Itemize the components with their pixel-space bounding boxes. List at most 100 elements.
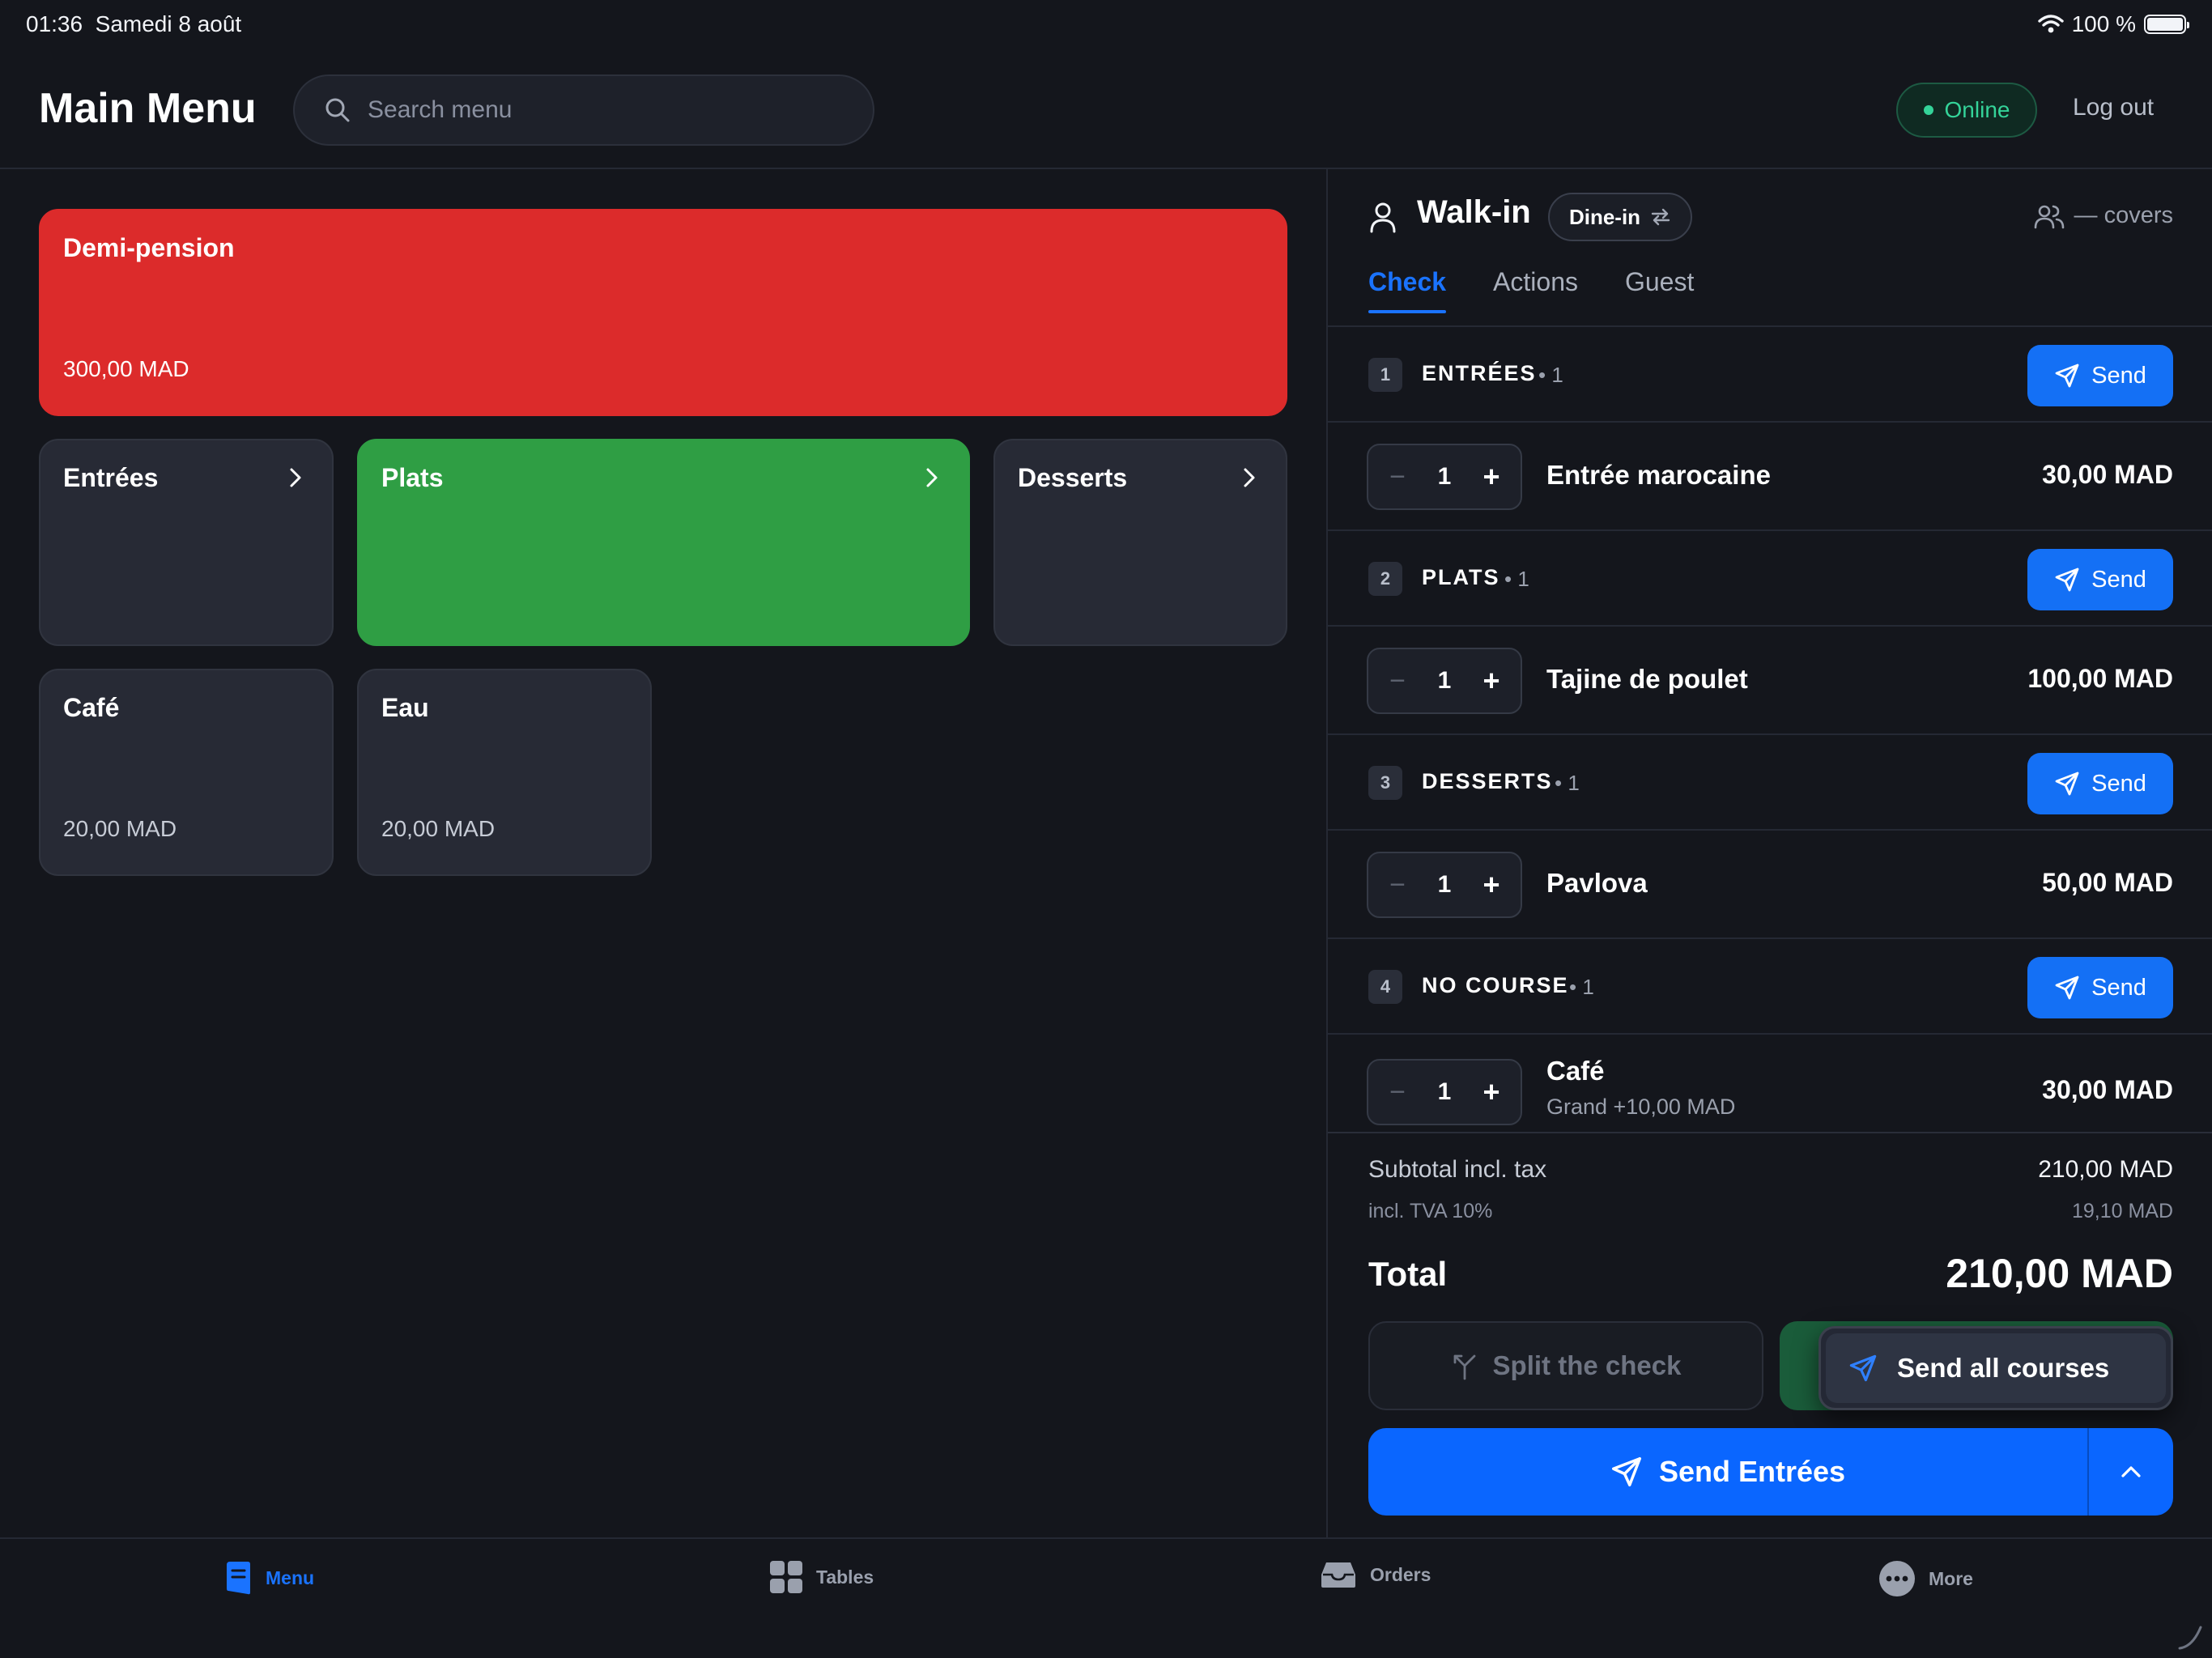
search-input[interactable] bbox=[368, 96, 821, 124]
tab-actions[interactable]: Actions bbox=[1493, 267, 1578, 313]
order-item-modifier: Grand +10,00 MAD bbox=[1546, 1095, 1736, 1119]
menu-item-demi-pension[interactable]: Demi-pension 300,00 MAD bbox=[39, 209, 1287, 416]
increment-button[interactable]: + bbox=[1475, 460, 1508, 494]
subtotal-value: 210,00 MAD bbox=[2038, 1156, 2173, 1183]
menu-category-plats[interactable]: Plats bbox=[357, 439, 970, 646]
more-dots-icon bbox=[1879, 1561, 1915, 1596]
covers-button[interactable]: — covers bbox=[2034, 202, 2173, 229]
menu-category-desserts[interactable]: Desserts bbox=[993, 439, 1287, 646]
nav-tables[interactable]: Tables bbox=[769, 1560, 874, 1594]
decrement-button[interactable]: − bbox=[1381, 869, 1414, 901]
order-item-name[interactable]: Café bbox=[1546, 1056, 1605, 1086]
category-name: Entrées bbox=[63, 463, 159, 492]
totals-divider bbox=[1328, 1132, 2212, 1133]
menu-item-name: Eau bbox=[381, 693, 429, 722]
quantity-value: 1 bbox=[1437, 871, 1452, 898]
send-label: Send bbox=[2091, 362, 2146, 389]
send-icon bbox=[2055, 772, 2079, 796]
send-course-button[interactable]: Send bbox=[2027, 753, 2173, 814]
send-course-button[interactable]: Send bbox=[2027, 549, 2173, 610]
chevron-right-icon bbox=[1244, 468, 1255, 487]
chevron-right-icon bbox=[290, 468, 301, 487]
send-icon bbox=[2055, 363, 2079, 388]
battery-icon bbox=[2144, 15, 2189, 34]
nav-orders[interactable]: Orders bbox=[1320, 1560, 1431, 1589]
order-item-row: − 1 + Café Grand +10,00 MAD 30,00 MAD bbox=[1328, 1035, 2212, 1132]
send-icon bbox=[1849, 1354, 1877, 1382]
customer-name: Walk-in bbox=[1417, 194, 1531, 230]
course-title: DESSERTS bbox=[1422, 769, 1553, 793]
decrement-button[interactable]: − bbox=[1381, 1077, 1414, 1108]
quantity-stepper: − 1 + bbox=[1367, 444, 1522, 510]
online-status-badge: Online bbox=[1896, 83, 2037, 138]
quantity-stepper: − 1 + bbox=[1367, 648, 1522, 714]
battery-percent: 100 % bbox=[2071, 11, 2136, 36]
menu-item-price: 20,00 MAD bbox=[63, 816, 177, 841]
decrement-button[interactable]: − bbox=[1381, 461, 1414, 493]
order-item-name[interactable]: Pavlova bbox=[1546, 868, 1648, 899]
increment-button[interactable]: + bbox=[1475, 1075, 1508, 1109]
course-count: • 1 bbox=[1555, 771, 1580, 795]
course-count: • 1 bbox=[1569, 975, 1594, 999]
course-count-value: 1 bbox=[1568, 771, 1580, 795]
menu-item-eau[interactable]: Eau 20,00 MAD bbox=[357, 669, 652, 876]
split-icon bbox=[1453, 1354, 1475, 1380]
page-title: Main Menu bbox=[39, 85, 257, 132]
order-item-row: − 1 + Pavlova 50,00 MAD bbox=[1328, 831, 2212, 939]
order-item-row: − 1 + Tajine de poulet 100,00 MAD bbox=[1328, 627, 2212, 735]
menu-item-cafe[interactable]: Café 20,00 MAD bbox=[39, 669, 334, 876]
online-status-label: Online bbox=[1944, 97, 2010, 122]
send-all-courses-option[interactable]: Send all courses bbox=[1826, 1333, 2166, 1403]
send-entrees-button[interactable]: Send Entrées bbox=[1368, 1428, 2089, 1516]
nav-tables-label: Tables bbox=[816, 1566, 874, 1588]
course-number: 2 bbox=[1368, 562, 1402, 596]
bottom-nav: Menu Tables Orders More bbox=[0, 1537, 2212, 1658]
send-icon bbox=[2055, 568, 2079, 592]
logout-button[interactable]: Log out bbox=[2073, 94, 2154, 121]
people-icon bbox=[2034, 205, 2064, 228]
menu-category-entrees[interactable]: Entrées bbox=[39, 439, 334, 646]
split-check-button[interactable]: Split the check bbox=[1368, 1321, 1763, 1410]
quantity-stepper: − 1 + bbox=[1367, 852, 1522, 918]
total-value: 210,00 MAD bbox=[1946, 1251, 2173, 1296]
tab-guest[interactable]: Guest bbox=[1625, 267, 1694, 313]
increment-button[interactable]: + bbox=[1475, 868, 1508, 902]
quantity-stepper: − 1 + bbox=[1367, 1059, 1522, 1125]
send-course-button[interactable]: Send bbox=[2027, 957, 2173, 1018]
course-number: 1 bbox=[1368, 358, 1402, 392]
send-all-courses-label: Send all courses bbox=[1897, 1353, 2110, 1383]
send-icon bbox=[2055, 976, 2079, 1000]
menu-book-icon bbox=[227, 1562, 250, 1595]
send-label: Send bbox=[2091, 974, 2146, 1001]
chevron-right-icon bbox=[926, 468, 938, 487]
increment-button[interactable]: + bbox=[1475, 664, 1508, 698]
split-check-label: Split the check bbox=[1492, 1350, 1682, 1380]
send-course-button[interactable]: Send bbox=[2027, 345, 2173, 406]
total-label: Total bbox=[1368, 1255, 1448, 1293]
tax-label: incl. TVA 10% bbox=[1368, 1200, 1493, 1222]
nav-menu-label: Menu bbox=[266, 1567, 315, 1588]
send-entrees-label: Send Entrées bbox=[1658, 1455, 1846, 1488]
decrement-button[interactable]: − bbox=[1381, 665, 1414, 697]
tab-check[interactable]: Check bbox=[1368, 267, 1447, 313]
send-options-toggle[interactable] bbox=[2089, 1428, 2173, 1516]
nav-more[interactable]: More bbox=[1878, 1560, 1973, 1597]
order-item-name[interactable]: Entrée marocaine bbox=[1546, 460, 1771, 491]
category-name: Plats bbox=[381, 463, 444, 492]
course-count-value: 1 bbox=[1517, 567, 1529, 591]
service-mode-toggle[interactable]: Dine-in bbox=[1548, 193, 1692, 241]
order-item-name[interactable]: Tajine de poulet bbox=[1546, 664, 1748, 695]
course-count-value: 1 bbox=[1582, 975, 1594, 999]
header: Main Menu Online Log out bbox=[0, 52, 2212, 169]
online-dot-icon bbox=[1923, 105, 1933, 115]
order-item-price: 30,00 MAD bbox=[2042, 460, 2173, 489]
check-tabs: Check Actions Guest bbox=[1368, 267, 1694, 313]
search-bar[interactable] bbox=[293, 74, 874, 146]
swap-arrows-icon bbox=[1651, 208, 1670, 226]
course-header-no-course: 4 NO COURSE • 1 Send bbox=[1328, 939, 2212, 1035]
menu-item-name: Café bbox=[63, 693, 120, 722]
quantity-value: 1 bbox=[1437, 463, 1452, 490]
category-name: Desserts bbox=[1018, 463, 1128, 492]
status-time: 01:36 bbox=[26, 11, 83, 36]
nav-menu[interactable]: Menu bbox=[223, 1560, 314, 1596]
